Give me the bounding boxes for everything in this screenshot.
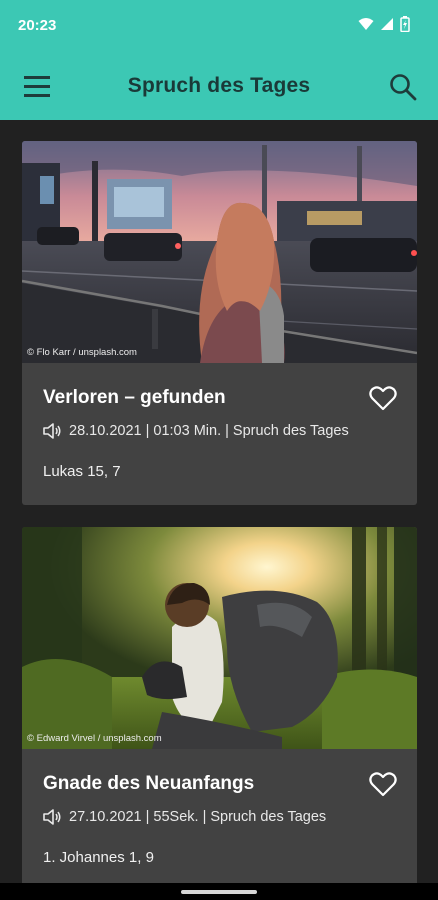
wifi-icon	[358, 18, 374, 30]
episode-meta-text: 28.10.2021 | 01:03 Min. | Spruch des Tag…	[69, 423, 349, 439]
bible-verse: Lukas 15, 7	[43, 463, 121, 480]
speaker-icon	[43, 809, 61, 825]
page-title: Spruch des Tages	[127, 74, 311, 97]
status-bar: 20:23	[0, 0, 438, 54]
heart-icon[interactable]	[369, 771, 397, 797]
system-nav-bar	[0, 883, 438, 900]
heart-icon[interactable]	[369, 385, 397, 411]
episode-meta: 28.10.2021 | 01:03 Min. | Spruch des Tag…	[43, 423, 349, 439]
episode-meta: 27.10.2021 | 55Sek. | Spruch des Tages	[43, 809, 326, 825]
episode-card[interactable]: © Edward Virvel / unsplash.com Gnade des…	[22, 527, 417, 883]
episode-photo: © Edward Virvel / unsplash.com	[22, 527, 417, 749]
photo-credit: © Flo Karr / unsplash.com	[27, 347, 137, 358]
episode-card[interactable]: © Flo Karr / unsplash.com Verloren – gef…	[22, 141, 417, 505]
episode-meta-text: 27.10.2021 | 55Sek. | Spruch des Tages	[69, 809, 327, 825]
episode-title: Gnade des Neuanfangs	[43, 773, 255, 794]
signal-icon	[381, 18, 393, 30]
battery-icon	[400, 16, 410, 32]
status-icons	[358, 16, 410, 32]
episode-title: Verloren – gefunden	[43, 387, 226, 408]
app-bar: Spruch des Tages	[0, 54, 438, 120]
search-icon[interactable]	[388, 72, 418, 102]
home-handle[interactable]	[181, 890, 257, 894]
status-time: 20:23	[18, 17, 57, 34]
episode-feed[interactable]: © Flo Karr / unsplash.com Verloren – gef…	[0, 120, 438, 883]
bible-verse: 1. Johannes 1, 9	[43, 849, 154, 866]
episode-photo: © Flo Karr / unsplash.com	[22, 141, 417, 363]
photo-credit: © Edward Virvel / unsplash.com	[27, 733, 162, 744]
speaker-icon	[43, 423, 61, 439]
